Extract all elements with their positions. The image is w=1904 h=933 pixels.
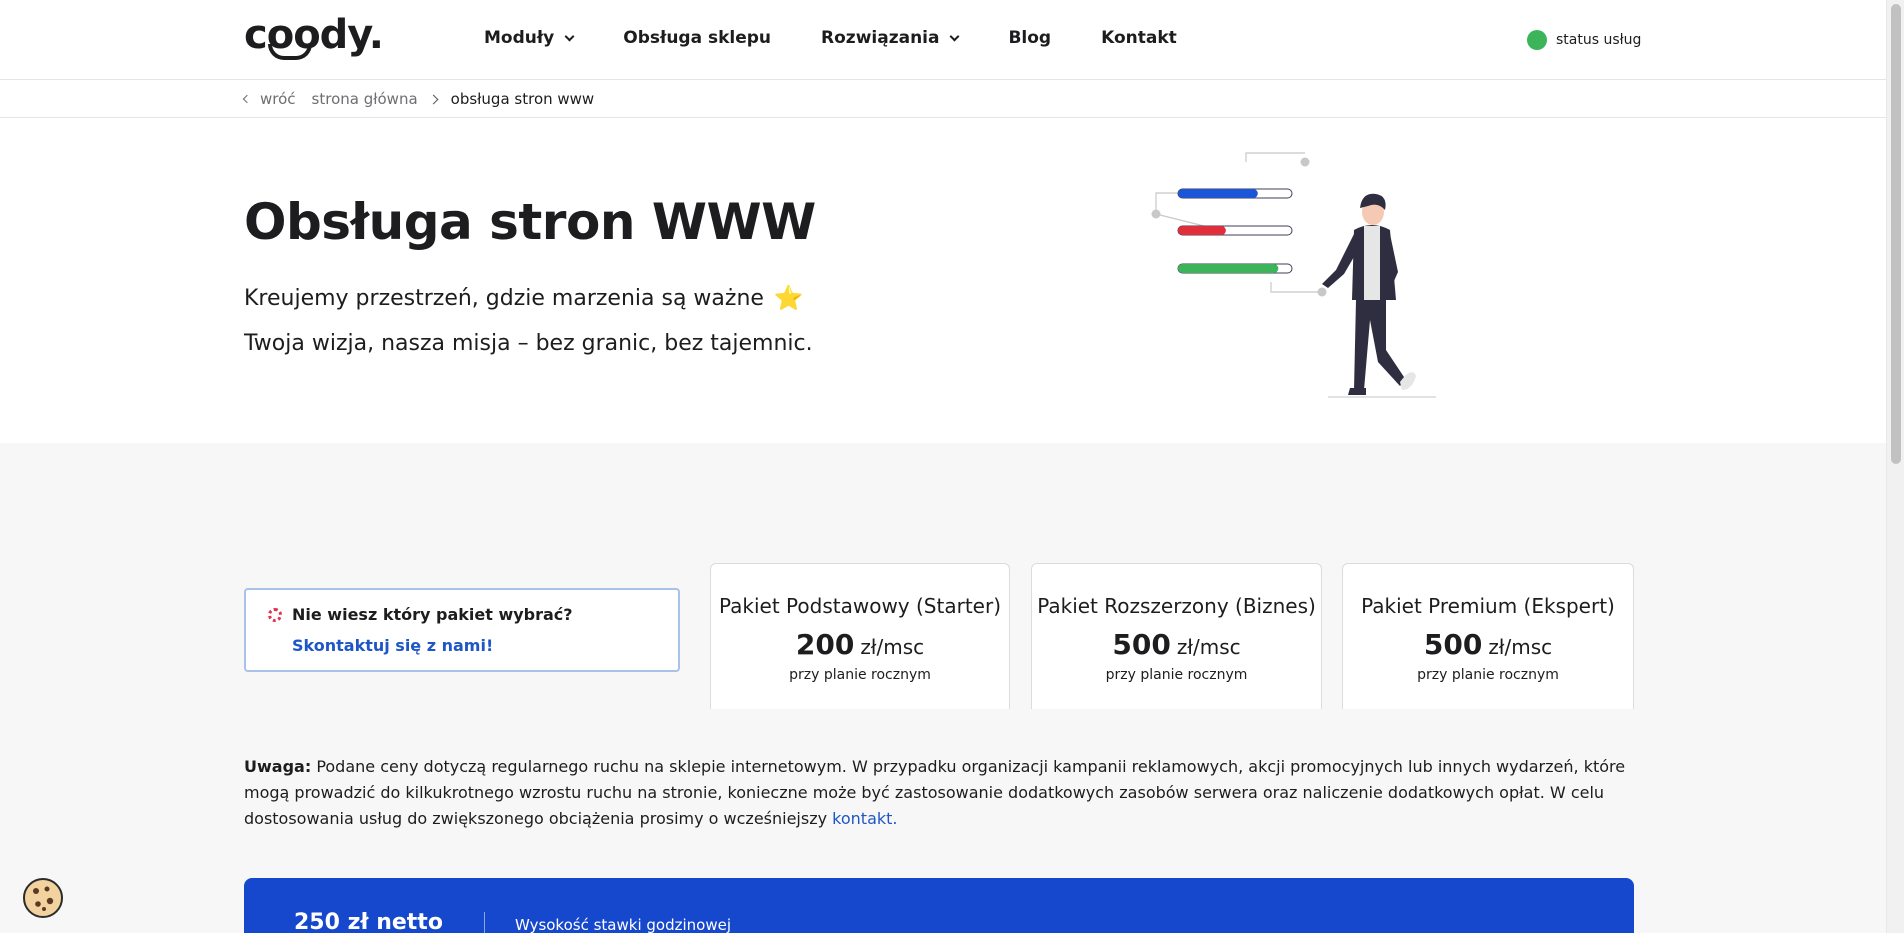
breadcrumb: wróć strona główna obsługa stron www [0,80,1886,118]
help-title-text: Nie wiesz który pakiet wybrać? [292,605,573,624]
service-status-link[interactable]: status usług [1527,30,1641,50]
package-price-value: 500 [1112,628,1171,661]
notice-contact-link[interactable]: kontakt. [832,809,897,828]
package-price: 500 zł/msc [1032,628,1321,661]
hourly-rate-bar: 250 zł netto Wysokość stawki godzinowej [244,878,1634,933]
package-price-value: 500 [1423,628,1483,661]
nav-item-kontakt[interactable]: Kontakt [1101,28,1177,48]
lifebuoy-icon [268,607,282,622]
nav-item-obsluga-sklepu[interactable]: Obsługa sklepu [623,28,771,48]
breadcrumb-home-link[interactable]: strona główna [312,90,418,108]
help-title: Nie wiesz który pakiet wybrać? [268,605,573,624]
nav-label: Kontakt [1101,28,1177,48]
hero-tagline-text: Kreujemy przestrzeń, gdzie marzenia są w… [244,285,764,311]
person-figure [1322,193,1436,398]
star-icon: ⭐ [773,284,804,312]
status-indicator-icon [1527,30,1547,50]
hero-subtitle: Twoja wizja, nasza misja – bez granic, b… [244,331,813,356]
hourly-rate-price: 250 zł netto [294,910,443,933]
connector-dot [1300,157,1310,167]
nav-label: Moduły [484,28,555,48]
progress-fill [1178,189,1258,198]
package-name: Pakiet Rozszerzony (Biznes) [1037,594,1316,618]
status-label: status usług [1556,32,1642,48]
package-price-unit: zł/msc [1488,635,1553,659]
hero-illustration [1151,152,1436,398]
breadcrumb-row: wróć strona główna obsługa stron www [242,90,595,108]
package-card-starter[interactable]: Pakiet Podstawowy (Starter) 200 zł/msc pr… [710,563,1010,709]
connector-dot [1151,209,1161,219]
nav-item-blog[interactable]: Blog [1008,28,1051,48]
hero-tagline: Kreujemy przestrzeń, gdzie marzenia są w… [244,284,804,312]
package-card-premium[interactable]: Pakiet Premium (Ekspert) 500 zł/msc przy … [1342,563,1634,709]
page-scrollbar[interactable] [1886,0,1904,933]
notice-label: Uwaga: [244,757,312,776]
package-name: Pakiet Podstawowy (Starter) [719,594,1001,618]
breadcrumb-back-link[interactable]: wróć [260,90,296,108]
main-nav: Moduły Obsługa sklepu Rozwiązania Blog K… [484,28,1227,48]
site-header: coody. Moduły Obsługa sklepu Rozwiązania… [0,0,1886,80]
page-title: Obsługa stron WWW [244,193,816,251]
package-price-value: 200 [795,628,855,661]
help-box: Nie wiesz który pakiet wybrać? Skontaktu… [244,588,680,672]
nav-label: Blog [1008,28,1052,48]
package-name: Pakiet Premium (Ekspert) [1361,594,1615,618]
pricing-notice: Uwaga: Podane ceny dotyczą regularnego r… [244,754,1636,832]
connector-dot [1317,287,1327,297]
hourly-rate-label: Wysokość stawki godzinowej [515,916,731,933]
package-price-unit: zł/msc [860,635,925,659]
cookie-settings-icon[interactable] [22,877,64,919]
nav-label: Obsługa sklepu [623,28,772,48]
progress-fill [1178,264,1279,273]
chevron-down-icon [950,31,960,41]
nav-label: Rozwiązania [821,28,940,48]
package-note: przy planie rocznym [1417,667,1559,683]
package-price: 500 zł/msc [1343,628,1633,661]
nav-item-moduly[interactable]: Moduły [484,28,575,48]
contact-us-link[interactable]: Skontaktuj się z nami! [292,636,493,655]
package-note: przy planie rocznym [789,667,931,683]
breadcrumb-current: obsługa stron www [450,90,595,108]
package-price: 200 zł/msc [711,628,1009,661]
package-note: przy planie rocznym [1105,667,1248,683]
progress-fill [1178,226,1226,235]
logo[interactable]: coody. [244,12,384,58]
notice-text: Podane ceny dotyczą regularnego ruchu na… [244,757,1626,828]
chevron-right-icon [428,94,439,104]
package-card-business[interactable]: Pakiet Rozszerzony (Biznes) 500 zł/msc pr… [1031,563,1322,709]
nav-item-rozwiazania[interactable]: Rozwiązania [821,28,960,48]
chevron-left-icon [242,94,252,104]
scrollbar-thumb[interactable] [1891,4,1901,464]
package-price-unit: zł/msc [1176,635,1241,659]
chevron-down-icon [564,31,575,41]
divider [484,912,485,933]
